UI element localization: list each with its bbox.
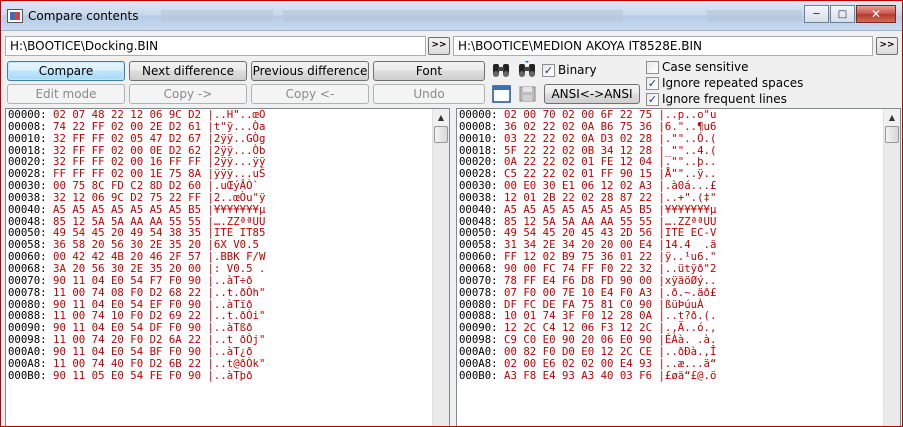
scroll-up-icon[interactable]: ▲ [433, 109, 449, 126]
window-layout-icon[interactable] [491, 84, 513, 104]
left-file-path[interactable]: H:\BOOTICE\Docking.BIN [5, 36, 426, 56]
window-controls: ─ □ ✕ [803, 5, 896, 23]
left-hex-lines: 00000: 02 07 48 22 12 06 9C D2 |..H"..œÒ… [8, 109, 265, 381]
ansi-toggle-button[interactable]: ANSI<->ANSI [544, 84, 640, 104]
ignore-frequent-lines-label: Ignore frequent lines [662, 92, 787, 106]
right-vertical-scrollbar[interactable]: ▲ [883, 109, 900, 426]
case-sensitive-box[interactable] [646, 60, 659, 74]
ignore-repeated-spaces-checkbox[interactable]: ✓ Ignore repeated spaces [646, 76, 803, 90]
ignore-frequent-lines-box[interactable]: ✓ [646, 92, 659, 106]
copy-left-button[interactable]: Copy <- [251, 84, 369, 104]
hex-address: 000B0: [8, 368, 54, 382]
binoculars-next-icon[interactable] [516, 60, 538, 80]
left-vertical-scrollbar[interactable]: ▲ [432, 109, 449, 426]
binoculars-icon[interactable] [490, 60, 512, 80]
close-button[interactable]: ✕ [856, 5, 896, 23]
font-button[interactable]: Font [373, 61, 485, 81]
binary-label: Binary [558, 63, 597, 77]
edit-mode-button[interactable]: Edit mode [7, 84, 125, 104]
binary-checkbox-box[interactable]: ✓ [542, 63, 555, 77]
undo-button[interactable]: Undo [373, 84, 485, 104]
ignore-repeated-spaces-box[interactable]: ✓ [646, 76, 659, 90]
blurred-background-text [161, 10, 273, 22]
right-hex-view[interactable]: 00000: 02 00 70 02 00 6F 22 75 |..p..o"u… [456, 108, 901, 426]
binary-checkbox[interactable]: ✓ Binary [542, 63, 597, 77]
hex-line: 000B0: A3 F8 E4 93 A3 40 03 F6 |£øä“£@.ö [459, 368, 717, 382]
hex-ascii: |..àTþð [207, 368, 253, 382]
right-file-path[interactable]: H:\BOOTICE\MEDION AKOYA IT8528E.BIN [453, 36, 873, 56]
ignore-frequent-lines-checkbox[interactable]: ✓ Ignore frequent lines [646, 92, 787, 106]
maximize-button[interactable]: □ [830, 5, 855, 23]
hex-ascii: |£øä“£@.ö [658, 368, 717, 382]
compare-app-icon [7, 9, 23, 23]
close-icon: ✕ [870, 7, 882, 21]
blurred-background-text [283, 10, 623, 22]
previous-difference-button[interactable]: Previous difference [251, 61, 369, 81]
title-bar[interactable]: Compare contents ─ □ ✕ [1, 1, 902, 31]
compare-window: Compare contents ─ □ ✕ H:\BOOTICE\Dockin… [0, 0, 903, 427]
left-hex-view[interactable]: 00000: 02 07 48 22 12 06 9C D2 |..H"..œÒ… [5, 108, 450, 426]
hex-bytes: 90 11 05 E0 54 FE F0 90 [53, 368, 208, 382]
hex-address: 000B0: [459, 368, 505, 382]
copy-right-button[interactable]: Copy -> [129, 84, 247, 104]
right-hex-lines: 00000: 02 00 70 02 00 6F 22 75 |..p..o"u… [459, 109, 716, 381]
scroll-up-icon[interactable]: ▲ [884, 109, 900, 126]
hex-bytes: A3 F8 E4 93 A3 40 03 F6 [504, 368, 659, 382]
maximize-icon: □ [837, 8, 848, 20]
hex-line: 000B0: 90 11 05 E0 54 FE F0 90 |..àTþð [8, 368, 265, 382]
case-sensitive-checkbox[interactable]: Case sensitive [646, 60, 749, 74]
case-sensitive-label: Case sensitive [662, 60, 749, 74]
minimize-button[interactable]: ─ [804, 5, 829, 23]
save-icon[interactable] [517, 84, 539, 104]
scroll-thumb[interactable] [885, 126, 899, 143]
minimize-icon: ─ [813, 8, 820, 20]
left-browse-button[interactable]: >> [428, 37, 450, 55]
blurred-background-text [707, 10, 802, 22]
ignore-repeated-spaces-label: Ignore repeated spaces [662, 76, 804, 90]
right-browse-button[interactable]: >> [876, 37, 898, 55]
compare-button[interactable]: Compare [7, 61, 125, 81]
window-title: Compare contents [28, 9, 139, 23]
next-difference-button[interactable]: Next difference [129, 61, 247, 81]
scroll-thumb[interactable] [434, 126, 448, 143]
